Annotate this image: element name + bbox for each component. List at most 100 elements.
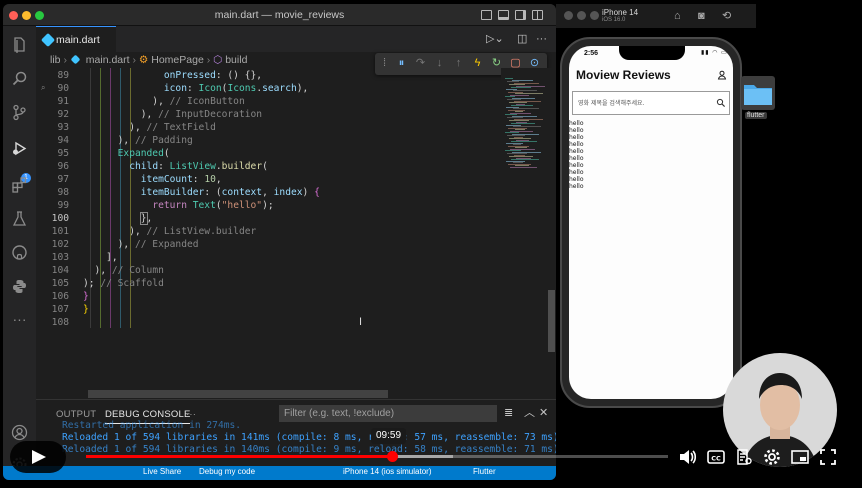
- list-item[interactable]: hello: [569, 120, 584, 127]
- video-progress-bar[interactable]: [86, 451, 668, 462]
- console-filter-input[interactable]: [279, 405, 497, 422]
- code-line[interactable]: 101 ), // ListView.builder: [36, 225, 501, 238]
- miniplayer-icon[interactable]: [790, 447, 810, 467]
- minimap[interactable]: [501, 68, 547, 388]
- customize-layout-icon[interactable]: [532, 10, 543, 20]
- tab-output[interactable]: OUTPUT: [56, 409, 96, 420]
- sim-zoom-button[interactable]: [590, 11, 599, 20]
- run-menu-icon[interactable]: ▷⌄: [486, 33, 504, 45]
- list-item[interactable]: hello: [569, 134, 584, 141]
- drag-handle-icon[interactable]: ⁞: [378, 57, 391, 70]
- toggle-panel-icon[interactable]: [498, 10, 509, 20]
- code-editor[interactable]: 89 onPressed: () {}, 90 icon: Icon(Icons.…: [36, 68, 501, 388]
- list-item[interactable]: hello: [569, 141, 584, 148]
- breadcrumb-file[interactable]: main.dart: [86, 54, 130, 66]
- code-text: ), // ListView.builder: [83, 226, 257, 237]
- more-actions-icon[interactable]: ···: [536, 33, 547, 45]
- list-item[interactable]: hello: [569, 155, 584, 162]
- maximize-panel-icon[interactable]: ︿: [524, 407, 535, 419]
- folder-icon[interactable]: [741, 76, 775, 110]
- code-line[interactable]: 98 itemBuilder: (context, index) {: [36, 186, 501, 199]
- fold-search-icon: ⌕: [41, 83, 46, 92]
- progress-scrubber[interactable]: [386, 451, 398, 462]
- list-item[interactable]: hello: [569, 127, 584, 134]
- list-item[interactable]: hello: [569, 162, 584, 169]
- list-item[interactable]: hello: [569, 169, 584, 176]
- search-field[interactable]: [572, 91, 730, 115]
- breadcrumb-class[interactable]: HomePage: [151, 54, 204, 66]
- extensions-icon[interactable]: [11, 176, 28, 193]
- scroll-thumb[interactable]: [548, 290, 555, 352]
- code-line[interactable]: 92 ), // InputDecoration: [36, 108, 501, 121]
- person-icon[interactable]: [717, 70, 727, 80]
- console-line: Reloaded 1 of 594 libraries in 141ms (co…: [62, 432, 556, 443]
- explorer-icon[interactable]: [11, 36, 28, 53]
- breadcrumb-folder[interactable]: lib: [50, 54, 61, 66]
- status-debug[interactable]: Debug my code: [199, 467, 255, 476]
- close-panel-icon[interactable]: ✕: [539, 407, 548, 419]
- code-line[interactable]: 95 Expanded(: [36, 147, 501, 160]
- code-line[interactable]: 108: [36, 316, 501, 329]
- source-control-icon[interactable]: [11, 104, 28, 121]
- account-icon[interactable]: [11, 424, 28, 441]
- simulator-device-name: iPhone 14: [602, 8, 639, 17]
- vertical-scrollbar[interactable]: [547, 68, 556, 398]
- tab-main-dart[interactable]: main.dart: [36, 26, 116, 52]
- code-line[interactable]: 104 ), // Column: [36, 264, 501, 277]
- toggle-sidebar-icon[interactable]: [481, 10, 492, 20]
- code-line[interactable]: 93 ), // TextField: [36, 121, 501, 134]
- code-line[interactable]: 90 icon: Icon(Icons.search),: [36, 82, 501, 95]
- home-icon[interactable]: ⌂: [674, 10, 681, 22]
- more-icon[interactable]: ···: [11, 311, 28, 328]
- status-flutter[interactable]: Flutter: [473, 467, 496, 476]
- code-line[interactable]: 107}: [36, 303, 501, 316]
- transcript-icon[interactable]: [734, 447, 754, 467]
- pause-icon[interactable]: ⏸: [395, 57, 408, 70]
- code-line[interactable]: 91 ), // IconButton: [36, 95, 501, 108]
- python-icon[interactable]: [11, 278, 28, 295]
- status-device[interactable]: iPhone 14 (ios simulator): [343, 467, 431, 476]
- step-into-icon[interactable]: ↓: [433, 57, 446, 70]
- dynamic-island: [619, 46, 685, 60]
- code-line[interactable]: 99 return Text("hello");: [36, 199, 501, 212]
- volume-icon[interactable]: [677, 447, 697, 467]
- screenshot-icon[interactable]: ◙: [698, 10, 705, 22]
- settings-icon[interactable]: [762, 447, 782, 467]
- rotate-icon[interactable]: ⟲: [722, 10, 731, 22]
- search-input[interactable]: [578, 97, 708, 109]
- github-icon[interactable]: [11, 244, 28, 261]
- code-line[interactable]: 106}: [36, 290, 501, 303]
- search-icon[interactable]: [11, 70, 28, 87]
- code-line[interactable]: 105); // Scaffold: [36, 277, 501, 290]
- code-line[interactable]: 100 },: [36, 212, 501, 225]
- list-item[interactable]: hello: [569, 176, 584, 183]
- horizontal-scrollbar[interactable]: [88, 390, 388, 398]
- search-icon[interactable]: [716, 98, 726, 108]
- code-line[interactable]: 96 child: ListView.builder(: [36, 160, 501, 173]
- breadcrumb-method[interactable]: build: [225, 54, 247, 66]
- play-button[interactable]: [10, 441, 66, 473]
- testing-icon[interactable]: [11, 210, 28, 227]
- folder-label[interactable]: flutter: [745, 112, 767, 119]
- sim-close-button[interactable]: [564, 11, 573, 20]
- step-out-icon[interactable]: ↑: [452, 57, 465, 70]
- step-over-icon[interactable]: ↷: [414, 57, 427, 70]
- code-line[interactable]: 97 itemCount: 10,: [36, 173, 501, 186]
- line-number: 92: [57, 109, 69, 120]
- list-item[interactable]: hello: [569, 183, 584, 190]
- sim-minimize-button[interactable]: [577, 11, 586, 20]
- captions-icon[interactable]: CC: [706, 447, 726, 467]
- fullscreen-icon[interactable]: [818, 447, 838, 467]
- line-number: 105: [51, 278, 69, 289]
- hot-reload-icon[interactable]: ϟ: [471, 57, 484, 70]
- code-line[interactable]: 103 ],: [36, 251, 501, 264]
- run-debug-icon[interactable]: [11, 140, 28, 157]
- panel-more-icon[interactable]: ···: [186, 409, 196, 420]
- toggle-secondary-sidebar-icon[interactable]: [515, 10, 526, 20]
- split-editor-icon[interactable]: ◫: [517, 33, 527, 45]
- status-live-share[interactable]: Live Share: [143, 467, 181, 476]
- clear-console-icon[interactable]: ≣: [504, 407, 513, 419]
- list-item[interactable]: hello: [569, 148, 584, 155]
- code-line[interactable]: 102 ), // Expanded: [36, 238, 501, 251]
- code-line[interactable]: 94 ), // Padding: [36, 134, 501, 147]
